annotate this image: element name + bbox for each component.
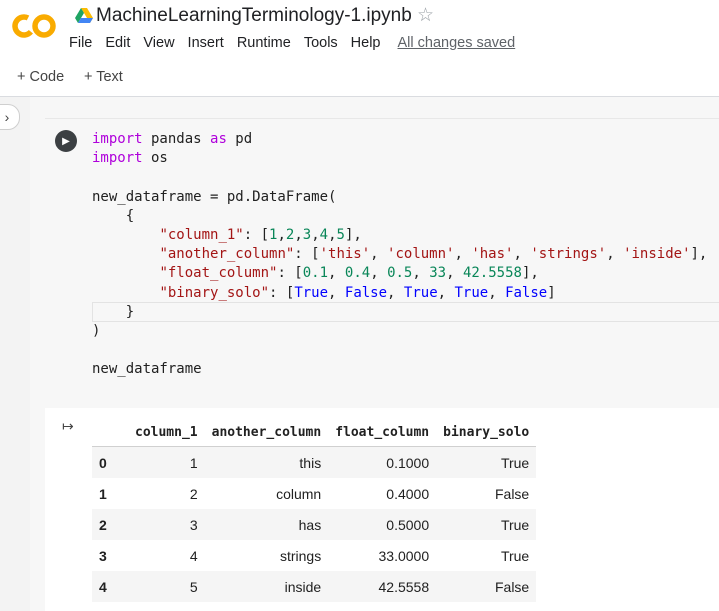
menu-help[interactable]: Help: [351, 35, 381, 51]
table-row: 4 5 inside 42.5558 False: [92, 571, 537, 602]
code-line[interactable]: {: [92, 207, 707, 226]
menu-edit[interactable]: Edit: [105, 35, 130, 51]
column-header: another_column: [204, 418, 329, 447]
table-cell: 42.5558: [328, 571, 437, 602]
table-cell: inside: [204, 571, 329, 602]
code-line[interactable]: "binary_solo": [True, False, True, True,…: [92, 284, 707, 303]
colab-logo[interactable]: [12, 11, 56, 41]
table-cell: 2: [189, 485, 198, 502]
table-header-row: column_1 another_column float_column binary…: [92, 418, 537, 447]
google-drive-icon[interactable]: [75, 8, 93, 24]
add-code-button[interactable]: + Code: [17, 69, 64, 85]
row-index: 4: [92, 571, 128, 602]
column-header: column_1: [128, 418, 205, 447]
table-cell: False: [494, 485, 530, 502]
table-cell: True: [436, 509, 537, 540]
output-icon[interactable]: ↦: [62, 418, 74, 435]
code-line[interactable]: import pandas as pd: [92, 130, 707, 149]
column-header: float_column: [328, 418, 437, 447]
dataframe-table: column_1 another_column float_column binary…: [92, 418, 537, 602]
menu-file[interactable]: File: [69, 35, 92, 51]
table-cell: False: [436, 571, 537, 602]
table-row: 1 2 column 0.4000 False: [92, 478, 536, 509]
code-line[interactable]: "another_column": ['this', 'column', 'ha…: [92, 245, 707, 264]
add-text-button[interactable]: + Text: [84, 69, 123, 85]
header: MachineLearningTerminology-1.ipynb ☆ Fil…: [0, 0, 719, 60]
table-cell: has: [204, 509, 329, 540]
table-cell: True: [436, 446, 537, 478]
code-line[interactable]: "float_column": [0.1, 0.4, 0.5, 33, 42.5…: [92, 264, 707, 283]
table-cell: 1: [128, 446, 205, 478]
index-header: [92, 418, 128, 447]
left-gutter: [0, 97, 30, 611]
table-row: 3 4 strings 33.0000 True: [92, 540, 536, 571]
column-header: binary_solo: [436, 418, 537, 447]
table-cell: 33.0000: [378, 547, 430, 564]
code-line[interactable]: [92, 168, 707, 187]
save-status-link[interactable]: All changes saved: [398, 35, 516, 51]
code-line[interactable]: [92, 341, 707, 360]
table-row: 2 3 has 0.5000 True: [92, 509, 537, 540]
run-cell-button[interactable]: ▶: [55, 130, 77, 152]
menu-insert[interactable]: Insert: [188, 35, 224, 51]
menu-runtime[interactable]: Runtime: [237, 35, 291, 51]
code-line[interactable]: new_dataframe = pd.DataFrame(: [92, 188, 707, 207]
menu-tools[interactable]: Tools: [304, 35, 338, 51]
code-line[interactable]: new_dataframe: [92, 360, 707, 379]
star-icon[interactable]: ☆: [417, 4, 434, 27]
table-cell: 0.4000: [386, 485, 430, 502]
table-cell: this: [204, 446, 329, 478]
row-index: 0: [92, 446, 128, 478]
table-cell: column: [276, 485, 322, 502]
row-index: 2: [92, 509, 128, 540]
code-editor[interactable]: import pandas as pd import os new_datafram…: [92, 130, 707, 379]
code-line[interactable]: }: [92, 303, 707, 322]
code-line[interactable]: "column_1": [1,2,3,4,5],: [92, 226, 707, 245]
notebook-title[interactable]: MachineLearningTerminology-1.ipynb: [96, 5, 412, 27]
code-line[interactable]: ): [92, 322, 707, 341]
table-cell: 3: [128, 509, 205, 540]
table-cell: strings: [279, 547, 322, 564]
table-cell: 4: [189, 547, 198, 564]
menu-bar: File Edit View Insert Runtime Tools Help…: [69, 35, 528, 51]
table-cell: 0.1000: [328, 446, 437, 478]
table-cell: 5: [128, 571, 205, 602]
menu-view[interactable]: View: [143, 35, 174, 51]
row-index: 1: [99, 485, 107, 502]
toolbar: + Code + Text: [0, 60, 719, 97]
code-line[interactable]: import os: [92, 149, 707, 168]
table-row: 0 1 this 0.1000 True: [92, 446, 537, 478]
table-cell: 0.5000: [328, 509, 437, 540]
table-cell: True: [500, 547, 530, 564]
row-index: 3: [99, 547, 107, 564]
